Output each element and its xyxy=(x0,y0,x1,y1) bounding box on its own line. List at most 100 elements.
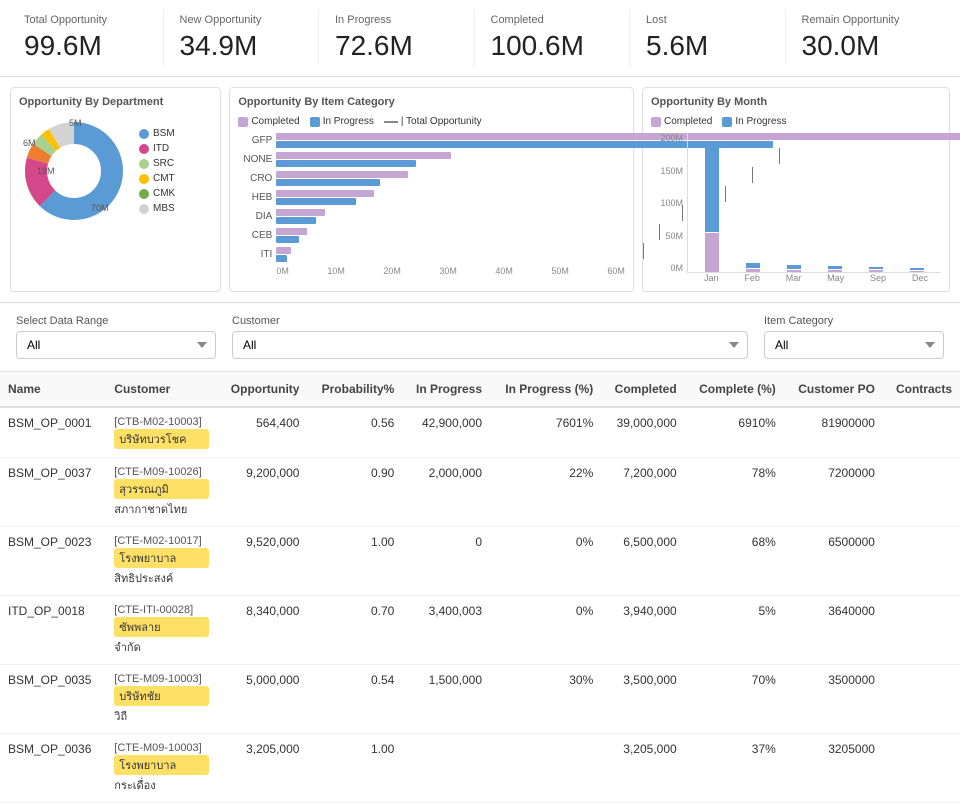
cell-in-progress: 3,400,003 xyxy=(402,596,490,665)
cell-opportunity: 5,000,000 xyxy=(217,665,308,734)
bar-label: HEB xyxy=(238,192,272,203)
cell-in-progress-pct: 0% xyxy=(490,527,601,596)
charts-row: Opportunity By Department 19M xyxy=(0,77,960,303)
cell-completed: 39,000,000 xyxy=(601,407,684,458)
cell-probability: 0.56 xyxy=(307,407,402,458)
metric-value-inprogress: 72.6M xyxy=(335,30,458,62)
bar-inprogress xyxy=(276,217,316,224)
bar-row-NONE: NONE xyxy=(238,152,625,167)
metric-value-completed: 100.6M xyxy=(491,30,614,62)
cell-in-progress-pct xyxy=(490,734,601,803)
donut-legend: BSM ITD SRC CMT CMK MBS xyxy=(139,128,175,214)
month-inprogress-bar xyxy=(869,267,883,269)
cell-customer: [CTE-ITI-00028] ซัพพลาย จำกัด xyxy=(106,596,217,665)
svg-text:5M: 5M xyxy=(69,118,82,128)
cell-in-progress-pct: 7601% xyxy=(490,407,601,458)
bar-row-HEB: HEB xyxy=(238,190,625,205)
cell-probability: 1.00 xyxy=(307,734,402,803)
cell-complete-pct: 6910% xyxy=(685,407,784,458)
cell-name: BSM_OP_0023 xyxy=(0,527,106,596)
month-inprogress-bar xyxy=(705,148,719,232)
filter-data-range: Select Data Range All xyxy=(16,315,216,359)
bar-inprogress xyxy=(276,179,380,186)
bar-label: GFP xyxy=(238,135,272,146)
customer-name-badge: โรงพยาบาล xyxy=(114,548,209,568)
bar-area xyxy=(276,247,639,262)
metric-lost: Lost 5.6M xyxy=(630,10,786,66)
metric-new: New Opportunity 34.9M xyxy=(164,10,320,66)
cell-in-progress-pct: 0% xyxy=(490,596,601,665)
cell-customer-po: 3640000 xyxy=(784,596,883,665)
col-name: Name xyxy=(0,372,106,407)
cell-customer-po: 3205000 xyxy=(784,734,883,803)
customer-id: [CTE-M09-10003] xyxy=(114,742,209,754)
customer-name-badge: โรงพยาบาล xyxy=(114,755,209,775)
cell-name: BSM_OP_0036 xyxy=(0,734,106,803)
bar-inprogress xyxy=(276,198,356,205)
metric-completed: Completed 100.6M xyxy=(475,10,631,66)
cell-contracts xyxy=(883,458,960,527)
cell-probability: 0.90 xyxy=(307,458,402,527)
data-table-container: Name Customer Opportunity Probability% I… xyxy=(0,372,960,803)
metric-total: Total Opportunity 99.6M xyxy=(20,10,164,66)
filter-customer-label: Customer xyxy=(232,315,748,327)
cell-opportunity: 3,205,000 xyxy=(217,734,308,803)
cell-in-progress: 1,500,000 xyxy=(402,665,490,734)
table-header: Name Customer Opportunity Probability% I… xyxy=(0,372,960,407)
cell-opportunity: 9,520,000 xyxy=(217,527,308,596)
bar-label: DIA xyxy=(238,211,272,222)
table-row: BSM_OP_0023 [CTE-M02-10017] โรงพยาบาล สิ… xyxy=(0,527,960,596)
bar-area xyxy=(276,209,678,224)
cell-opportunity: 9,200,000 xyxy=(217,458,308,527)
col-completed: Completed xyxy=(601,372,684,407)
chart-by-month: Opportunity By Month Completed In Progre… xyxy=(642,87,950,292)
filter-customer-select[interactable]: All xyxy=(232,331,748,359)
item-category-legend: Completed In Progress | Total Opportunit… xyxy=(238,116,625,127)
filter-data-range-select[interactable]: All xyxy=(16,331,216,359)
cell-probability: 0.70 xyxy=(307,596,402,665)
cell-customer: [CTE-M09-10003] บริษัทชัย วิถี xyxy=(106,665,217,734)
customer-id: [CTE-M09-10026] xyxy=(114,466,209,478)
month-completed-bar xyxy=(705,233,719,272)
customer-name-badge: สุวรรณภูมิ xyxy=(114,479,209,499)
cell-complete-pct: 70% xyxy=(685,665,784,734)
month-bar-Jan xyxy=(698,148,726,272)
filter-customer: Customer All xyxy=(232,315,748,359)
metric-remain: Remain Opportunity 30.0M xyxy=(786,10,941,66)
svg-text:70M: 70M xyxy=(91,203,109,213)
table-row: BSM_OP_0037 [CTE-M09-10026] สุวรรณภูมิ ส… xyxy=(0,458,960,527)
month-label-Feb: Feb xyxy=(744,273,760,283)
cell-contracts xyxy=(883,596,960,665)
table-row: BSM_OP_0036 [CTE-M09-10003] โรงพยาบาล กร… xyxy=(0,734,960,803)
cell-name: BSM_OP_0035 xyxy=(0,665,106,734)
month-inprogress-bar xyxy=(828,266,842,269)
col-probability: Probability% xyxy=(307,372,402,407)
customer-name-extra: กระเดื่อง xyxy=(114,776,209,794)
cell-in-progress-pct: 22% xyxy=(490,458,601,527)
month-inprogress-bar xyxy=(910,268,924,270)
month-completed-bar xyxy=(869,270,883,272)
cell-complete-pct: 68% xyxy=(685,527,784,596)
cell-complete-pct: 37% xyxy=(685,734,784,803)
month-label-Dec: Dec xyxy=(912,273,928,283)
metric-value-new: 34.9M xyxy=(180,30,303,62)
bar-completed xyxy=(276,171,408,178)
col-complete-pct: Complete (%) xyxy=(685,372,784,407)
cell-name: BSM_OP_0001 xyxy=(0,407,106,458)
month-label-Jan: Jan xyxy=(704,273,719,283)
cell-completed: 3,940,000 xyxy=(601,596,684,665)
chart-department-title: Opportunity By Department xyxy=(19,96,212,108)
filters-row: Select Data Range All Customer All Item … xyxy=(0,303,960,372)
bar-completed xyxy=(276,247,291,254)
customer-name-badge: บริษัทบวรโชค xyxy=(114,429,209,449)
month-completed-bar xyxy=(746,269,760,272)
table-row: BSM_OP_0001 [CTB-M02-10003] บริษัทบวรโชค… xyxy=(0,407,960,458)
metric-title-completed: Completed xyxy=(491,14,614,26)
col-opportunity: Opportunity xyxy=(217,372,308,407)
metric-inprogress: In Progress 72.6M xyxy=(319,10,475,66)
filter-data-range-label: Select Data Range xyxy=(16,315,216,327)
filter-item-category-select[interactable]: All xyxy=(764,331,944,359)
bar-row-GFP: GFP xyxy=(238,133,625,148)
metric-title-inprogress: In Progress xyxy=(335,14,458,26)
cell-customer: [CTE-M09-10003] โรงพยาบาล กระเดื่อง xyxy=(106,734,217,803)
